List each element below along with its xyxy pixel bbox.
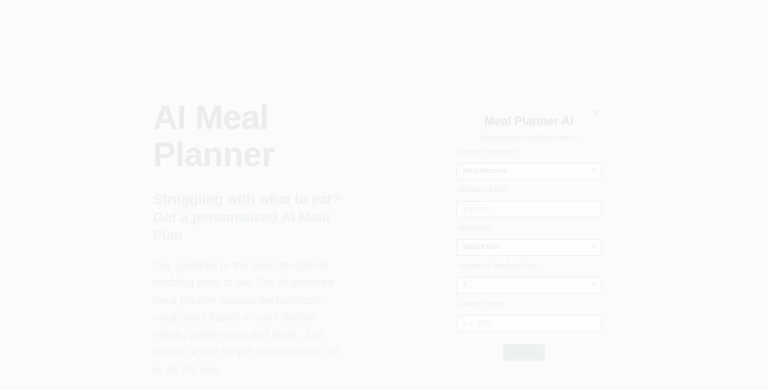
field-meal-goal: Meal Goal Weight loss ▾ — [456, 224, 602, 256]
chevron-down-icon: ▾ — [591, 282, 595, 288]
hero-description: Say goodbye to the daily struggle of dec… — [153, 260, 339, 376]
select-value: 3 — [463, 282, 467, 289]
form-tagline: Personalized meal plans with AI — [479, 135, 579, 142]
input-placeholder: e.g. 2000 — [463, 320, 493, 327]
dietary-preference-select[interactable]: No preference ▾ — [456, 163, 602, 180]
field-label: Number of Meals per Day — [458, 263, 538, 270]
field-allergies: Allergies (if any) e.g. nuts — [456, 186, 602, 218]
field-label: Dietary Preference — [458, 149, 517, 156]
chevron-down-icon: ▾ — [591, 244, 595, 250]
generate-button[interactable]: Generate — [503, 344, 545, 361]
field-calorie-target: Calorie Target e.g. 2000 — [456, 300, 602, 332]
meal-planner-form: ✕ Meal Planner AI Personalized meal plan… — [456, 106, 602, 371]
page-title: AI Meal Planner — [153, 99, 275, 174]
hero-subtitle: Struggling with what to eat? Get a perso… — [153, 190, 353, 244]
select-value: No preference — [463, 168, 508, 175]
meals-per-day-select[interactable]: 3 ▾ — [456, 277, 602, 294]
meal-goal-select[interactable]: Weight loss ▾ — [456, 239, 602, 256]
input-placeholder: e.g. nuts — [463, 206, 490, 213]
hero-section: AI Meal Planner Struggling with what to … — [153, 100, 353, 390]
field-dietary-preference: Dietary Preference No preference ▾ — [456, 148, 602, 180]
allergies-input[interactable]: e.g. nuts — [456, 201, 602, 218]
field-label: Allergies (if any) — [458, 187, 509, 194]
field-meals-per-day: Number of Meals per Day 3 ▾ — [456, 262, 602, 294]
field-label: Calorie Target — [458, 301, 502, 308]
select-value: Weight loss — [463, 244, 500, 251]
field-label: Meal Goal — [458, 225, 490, 232]
close-icon[interactable]: ✕ — [591, 108, 599, 119]
chevron-down-icon: ▾ — [591, 168, 595, 174]
form-title: Meal Planner AI — [484, 114, 574, 128]
calorie-target-input[interactable]: e.g. 2000 — [456, 315, 602, 332]
